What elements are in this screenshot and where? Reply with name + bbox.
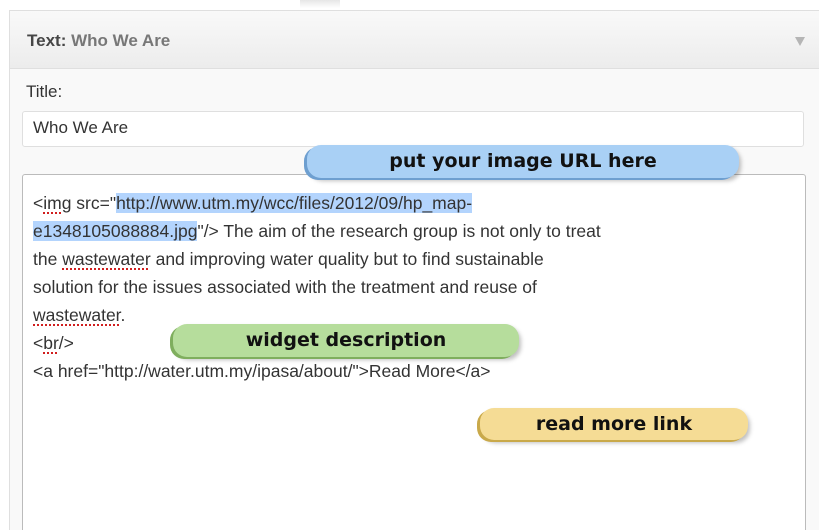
textarea-line-6: <br/> [33, 333, 74, 353]
widget-description-callout: widget description [173, 324, 519, 357]
widget-type-label: Text: [27, 31, 67, 50]
textarea-line-5: wastewater. [33, 305, 126, 325]
textarea-line-7: <a href="http://water.utm.my/ipasa/about… [33, 361, 491, 381]
spellcheck-word: img [43, 193, 72, 213]
widget-header[interactable]: Text: Who We Are [10, 11, 819, 69]
widget-name-label: Who We Are [71, 31, 171, 50]
spellcheck-word: wastewater [62, 249, 151, 269]
selected-image-url: http://www.utm.my/wcc/files/2012/09/hp_m… [116, 193, 473, 213]
title-input[interactable]: Who We Are [22, 111, 804, 147]
read-more-link-callout: read more link [480, 408, 748, 440]
textarea-line-3: the wastewater and improving water quali… [33, 249, 544, 269]
textarea-line-1: <img src="http://www.utm.my/wcc/files/20… [33, 193, 473, 213]
spellcheck-word: br [43, 333, 59, 353]
widget-title: Text: Who We Are [27, 31, 170, 51]
top-edge-fragment [300, 0, 340, 8]
selected-image-url-cont: e1348105088884.jpg [33, 221, 198, 241]
spellcheck-word: wastewater [33, 305, 121, 325]
collapse-arrow-icon[interactable] [795, 37, 805, 46]
textarea-line-4: solution for the issues associated with … [33, 277, 537, 297]
title-field-label: Title: [26, 82, 63, 101]
textarea-line-2: e1348105088884.jpg"/> The aim of the res… [33, 221, 601, 241]
image-url-callout: put your image URL here [307, 145, 739, 178]
screenshot-stage: Text: Who We Are Title: Who We Are <img … [0, 0, 819, 530]
